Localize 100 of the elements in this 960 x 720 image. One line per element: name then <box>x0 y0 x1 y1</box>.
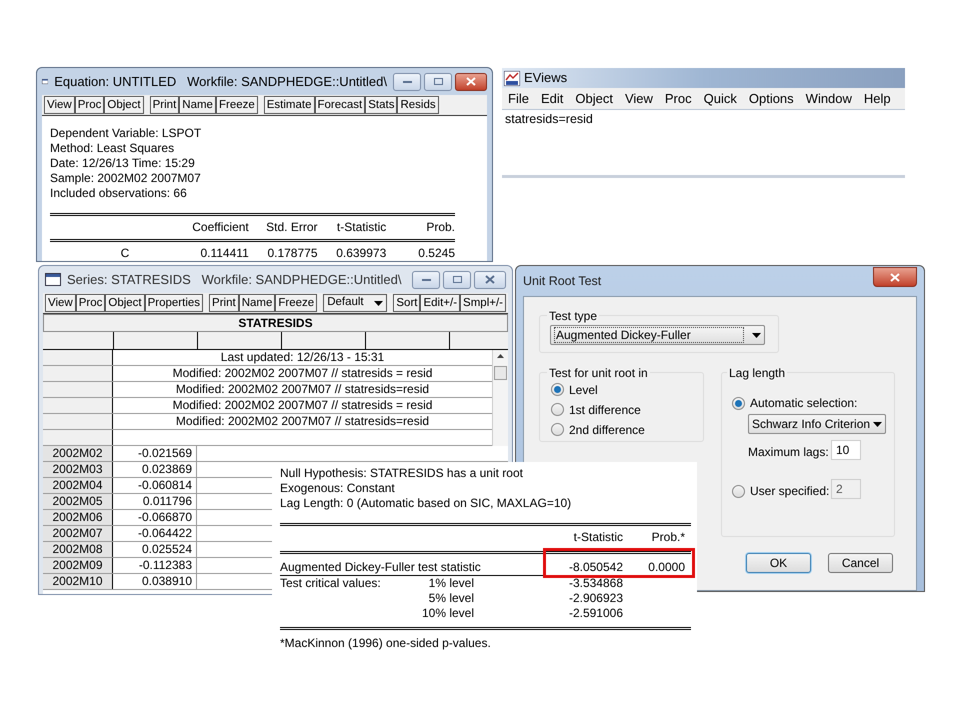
toolbar-button[interactable]: Estimate <box>264 96 315 114</box>
column-header: Prob. <box>425 220 455 235</box>
column-header: t-Statistic <box>572 530 623 545</box>
toolbar-button[interactable]: Freeze <box>275 294 318 312</box>
table-cell: -0.064422 <box>113 526 197 541</box>
radio-button[interactable] <box>732 396 745 410</box>
menu-item[interactable]: View <box>624 88 653 108</box>
row-header: 2002M06 <box>43 510 113 525</box>
radio-label: User specified: <box>750 483 830 500</box>
menu-item[interactable]: Quick <box>704 88 737 108</box>
field-label: Maximum lags: <box>748 444 829 461</box>
info-line: Modified: 2002M02 2007M07 // statresids=resid <box>174 382 430 397</box>
column-header: Std. Error <box>265 220 318 235</box>
column-header: t-Statistic <box>336 220 386 235</box>
table-cell-text: -2.591006 <box>568 606 623 621</box>
output-line: Test critical values: <box>280 576 382 591</box>
maximize-button[interactable] <box>424 72 452 90</box>
row-header: 2002M09 <box>43 558 113 573</box>
radio-button[interactable] <box>551 403 564 416</box>
table-cell: -0.060814 <box>113 478 197 493</box>
menu-item[interactable]: Help <box>864 88 891 108</box>
menu-item[interactable]: Object <box>575 88 613 108</box>
row-header <box>43 382 113 397</box>
toolbar-button[interactable]: Forecast <box>314 96 366 114</box>
toolbar-button[interactable]: Sort <box>393 294 420 312</box>
table-cell-text: 0.639973 <box>335 246 386 261</box>
close-button[interactable] <box>873 267 917 287</box>
output-line: Augmented Dickey-Fuller test statistic <box>280 560 482 575</box>
row-header: 2002M10 <box>43 574 113 589</box>
toolbar-button[interactable]: Object <box>105 294 145 312</box>
info-line: Modified: 2002M02 2007M07 // statresids = resid <box>172 398 434 413</box>
column-header: Coefficient <box>191 220 249 235</box>
max-lags-field[interactable]: 10 <box>831 440 861 460</box>
info-line: Modified: 2002M02 2007M07 // statresids = resid <box>172 366 434 381</box>
toolbar-button[interactable]: View <box>45 294 76 312</box>
scrollbar[interactable] <box>492 350 508 446</box>
app-icon <box>504 70 520 86</box>
close-button[interactable] <box>474 270 506 288</box>
menu-item[interactable]: Proc <box>664 88 692 108</box>
table-cell: 0.011796 <box>113 494 197 509</box>
column-header: Prob.* <box>650 530 686 545</box>
row-header: 2002M08 <box>43 542 113 557</box>
table-cell-text: 1% level <box>428 576 474 591</box>
toolbar-button[interactable]: Smpl+/- <box>460 294 506 312</box>
table-cell: -0.066870 <box>113 510 197 525</box>
toolbar-button[interactable]: Print <box>150 96 180 114</box>
up-arrow-icon <box>497 354 504 358</box>
series-header: STATRESIDS <box>43 314 508 332</box>
table-cell-text: 0.178775 <box>266 246 318 261</box>
row-header: 2002M04 <box>43 478 113 493</box>
toolbar-button[interactable]: Name <box>238 294 276 312</box>
output-line: Sample: 2002M02 2007M07 <box>50 171 202 186</box>
toolbar-button[interactable]: Object <box>104 96 144 114</box>
radio-label: Level <box>569 382 598 398</box>
caret-icon <box>374 300 384 306</box>
window-title: EViews <box>524 69 568 88</box>
toolbar-button[interactable]: Proc <box>74 96 104 114</box>
table-cell-text: 0.0000 <box>647 560 686 575</box>
command-input[interactable]: statresids=resid <box>502 110 905 175</box>
criterion-dropdown[interactable]: Schwarz Info Criterion <box>748 414 886 434</box>
info-line: Modified: 2002M02 2007M07 // statresids=resid <box>174 414 430 429</box>
toolbar-button[interactable]: Edit+/- <box>420 294 460 312</box>
menu-item[interactable]: Options <box>748 88 794 108</box>
minimize-button[interactable] <box>393 72 421 90</box>
menu-item[interactable]: Window <box>806 88 852 108</box>
toolbar-button[interactable]: Freeze <box>216 96 258 114</box>
dialog-button[interactable]: Cancel <box>828 553 893 573</box>
dialog-title: Unit Root Test <box>523 272 602 290</box>
radio-label: 2nd difference <box>569 422 645 438</box>
toolbar-button[interactable]: Print <box>209 294 239 312</box>
row-header <box>43 398 113 413</box>
radio-label: Automatic selection: <box>750 395 858 412</box>
close-button[interactable] <box>455 72 487 90</box>
toolbar-button[interactable]: Resids <box>397 96 439 114</box>
row-header <box>43 430 113 445</box>
toolbar-button[interactable]: Name <box>179 96 216 114</box>
test-type-dropdown[interactable]: Augmented Dickey-Fuller <box>550 325 765 345</box>
dialog-button[interactable]: OK <box>746 553 811 573</box>
toolbar-button[interactable]: Stats <box>365 96 398 114</box>
menu-item[interactable]: File <box>508 88 529 108</box>
caret-icon <box>752 332 761 338</box>
output-line: Dependent Variable: LSPOT <box>50 126 202 141</box>
view-dropdown[interactable]: Default <box>323 294 388 312</box>
minimize-button[interactable] <box>412 270 440 288</box>
table-cell: 0.038910 <box>113 574 197 589</box>
radio-button[interactable] <box>551 383 564 396</box>
table-cell-text: C <box>120 246 130 261</box>
radio-label: 1st difference <box>569 402 641 418</box>
menu-item[interactable]: Edit <box>540 88 564 108</box>
close-icon <box>485 275 495 284</box>
toolbar-button[interactable]: View <box>44 96 75 114</box>
caret-icon <box>873 422 882 426</box>
maximize-button[interactable] <box>443 270 471 288</box>
radio-button[interactable] <box>551 423 564 436</box>
toolbar-button[interactable]: Proc <box>76 294 106 312</box>
toolbar-button[interactable]: Properties <box>144 294 204 312</box>
scrollbar-thumb[interactable] <box>494 366 507 380</box>
output-line: Included observations: 66 <box>50 186 188 201</box>
window-title: Series: STATRESIDS Workfile: SANDPHEDGE::Untitled\ <box>67 270 402 289</box>
close-icon <box>890 272 900 282</box>
